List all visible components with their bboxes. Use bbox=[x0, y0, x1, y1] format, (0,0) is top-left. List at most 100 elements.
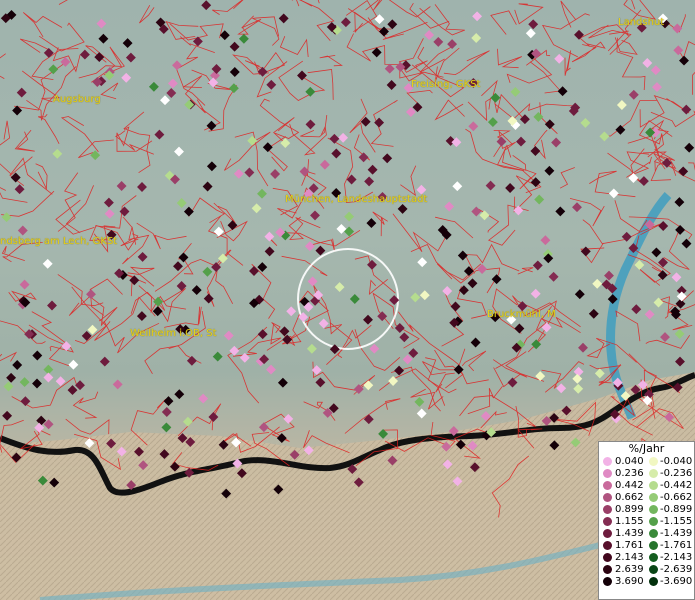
data-point[interactable] bbox=[344, 211, 355, 222]
data-point[interactable] bbox=[191, 285, 202, 296]
data-point[interactable] bbox=[304, 241, 315, 252]
data-point[interactable] bbox=[229, 41, 240, 52]
data-point[interactable] bbox=[2, 410, 13, 421]
data-point[interactable] bbox=[525, 28, 536, 39]
data-point[interactable] bbox=[262, 142, 273, 153]
data-point[interactable] bbox=[75, 380, 85, 391]
data-point[interactable] bbox=[223, 330, 234, 341]
data-point[interactable] bbox=[349, 294, 360, 304]
data-point[interactable] bbox=[315, 377, 326, 388]
data-point[interactable] bbox=[310, 210, 320, 221]
data-point[interactable] bbox=[198, 393, 209, 404]
data-point[interactable] bbox=[1, 212, 12, 223]
data-point[interactable] bbox=[458, 285, 469, 296]
data-point[interactable] bbox=[397, 203, 408, 214]
data-point[interactable] bbox=[257, 188, 267, 199]
data-point[interactable] bbox=[555, 206, 566, 217]
data-point[interactable] bbox=[514, 323, 525, 334]
data-point[interactable] bbox=[399, 332, 410, 343]
data-point[interactable] bbox=[364, 176, 375, 187]
data-point[interactable] bbox=[121, 72, 132, 83]
data-point[interactable] bbox=[604, 270, 614, 281]
data-point[interactable] bbox=[516, 136, 526, 147]
data-point[interactable] bbox=[672, 23, 683, 34]
data-point[interactable] bbox=[671, 272, 682, 283]
data-point[interactable] bbox=[14, 184, 25, 195]
data-point[interactable] bbox=[676, 291, 687, 302]
data-point[interactable] bbox=[202, 181, 213, 192]
data-point[interactable] bbox=[556, 383, 567, 394]
data-point[interactable] bbox=[548, 271, 559, 282]
data-point[interactable] bbox=[249, 266, 259, 276]
data-point[interactable] bbox=[206, 161, 217, 172]
data-point[interactable] bbox=[238, 33, 249, 44]
data-point[interactable] bbox=[467, 278, 478, 289]
data-point[interactable] bbox=[684, 142, 695, 153]
data-point[interactable] bbox=[137, 182, 147, 192]
data-point[interactable] bbox=[363, 314, 373, 325]
data-point[interactable] bbox=[264, 231, 275, 242]
data-point[interactable] bbox=[43, 372, 54, 383]
data-point[interactable] bbox=[266, 364, 276, 375]
data-point[interactable] bbox=[125, 52, 136, 63]
data-point[interactable] bbox=[433, 36, 444, 47]
data-point[interactable] bbox=[588, 308, 599, 319]
data-point[interactable] bbox=[621, 231, 632, 242]
data-point[interactable] bbox=[505, 183, 516, 193]
data-point[interactable] bbox=[329, 133, 340, 144]
data-point[interactable] bbox=[410, 292, 421, 303]
data-point[interactable] bbox=[490, 92, 501, 103]
data-point[interactable] bbox=[471, 206, 482, 217]
data-point[interactable] bbox=[148, 81, 159, 92]
data-point[interactable] bbox=[530, 146, 541, 156]
data-point[interactable] bbox=[580, 246, 591, 257]
data-point[interactable] bbox=[366, 218, 377, 229]
data-point[interactable] bbox=[6, 372, 17, 383]
map-view[interactable]: Landshut Freising, GKSt Augsburg München… bbox=[0, 0, 695, 600]
data-point[interactable] bbox=[457, 250, 468, 261]
data-point[interactable] bbox=[414, 396, 425, 407]
data-point[interactable] bbox=[471, 33, 482, 43]
data-point[interactable] bbox=[116, 181, 127, 191]
data-point[interactable] bbox=[183, 206, 194, 217]
data-point[interactable] bbox=[551, 137, 562, 148]
data-point[interactable] bbox=[192, 36, 203, 47]
data-point[interactable] bbox=[387, 19, 398, 30]
data-point[interactable] bbox=[340, 17, 351, 28]
data-point[interactable] bbox=[408, 348, 419, 359]
data-point[interactable] bbox=[442, 286, 453, 296]
data-point[interactable] bbox=[470, 337, 481, 348]
data-point[interactable] bbox=[379, 26, 389, 37]
data-point[interactable] bbox=[67, 385, 78, 396]
data-point[interactable] bbox=[367, 259, 377, 270]
data-point[interactable] bbox=[358, 152, 369, 163]
data-point[interactable] bbox=[166, 88, 177, 98]
data-point[interactable] bbox=[208, 412, 219, 422]
data-point[interactable] bbox=[104, 208, 115, 219]
data-point[interactable] bbox=[424, 30, 435, 40]
data-point[interactable] bbox=[480, 411, 491, 422]
data-point[interactable] bbox=[228, 83, 239, 94]
data-point[interactable] bbox=[172, 60, 182, 71]
data-point[interactable] bbox=[90, 150, 101, 161]
data-point[interactable] bbox=[99, 356, 110, 367]
data-point[interactable] bbox=[678, 166, 689, 177]
data-point[interactable] bbox=[315, 245, 326, 256]
data-point[interactable] bbox=[386, 80, 397, 90]
data-point[interactable] bbox=[394, 323, 405, 333]
data-point[interactable] bbox=[174, 389, 185, 400]
data-point[interactable] bbox=[444, 201, 455, 212]
data-point[interactable] bbox=[416, 408, 427, 419]
data-point[interactable] bbox=[616, 100, 627, 110]
data-point[interactable] bbox=[42, 258, 53, 269]
data-point[interactable] bbox=[592, 278, 603, 289]
data-point[interactable] bbox=[283, 413, 294, 424]
data-point[interactable] bbox=[675, 298, 686, 309]
data-point[interactable] bbox=[258, 422, 269, 433]
data-point[interactable] bbox=[279, 326, 290, 337]
data-point[interactable] bbox=[163, 396, 174, 407]
data-point[interactable] bbox=[574, 29, 584, 40]
data-point[interactable] bbox=[68, 359, 79, 370]
data-point[interactable] bbox=[186, 355, 197, 366]
data-point[interactable] bbox=[103, 197, 114, 208]
